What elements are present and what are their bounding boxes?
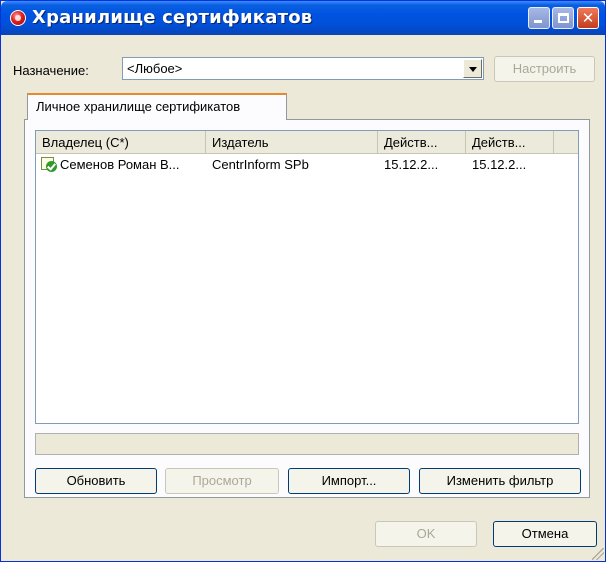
- certificate-valid-icon: [41, 156, 57, 172]
- view-button[interactable]: Просмотр: [165, 468, 279, 494]
- minimize-button[interactable]: [528, 7, 550, 29]
- chevron-down-icon[interactable]: [463, 59, 482, 78]
- status-bar: [35, 433, 579, 455]
- close-icon: ✕: [581, 9, 595, 27]
- cell-valid-to: 15.12.2...: [472, 157, 527, 172]
- certificate-list[interactable]: Владелец (С*) Издатель Действ... Действ.…: [35, 130, 579, 424]
- tab-label: Личное хранилище сертификатов: [36, 99, 241, 114]
- purpose-selected-value: <Любое>: [127, 61, 183, 76]
- cell-owner: Семенов Роман В...: [60, 157, 180, 172]
- configure-button[interactable]: Настроить: [494, 56, 595, 82]
- purpose-label: Назначение:: [13, 63, 89, 78]
- app-icon: [10, 10, 26, 26]
- refresh-button[interactable]: Обновить: [35, 468, 157, 494]
- cancel-button[interactable]: Отмена: [493, 521, 597, 547]
- column-valid-from[interactable]: Действ...: [378, 131, 466, 153]
- table-row[interactable]: Семенов Роман В... CentrInform SPb 15.12…: [36, 154, 578, 174]
- title-bar[interactable]: Хранилище сертификатов ✕: [1, 1, 605, 35]
- ok-button[interactable]: OK: [375, 521, 477, 547]
- list-header: Владелец (С*) Издатель Действ... Действ.…: [36, 131, 578, 154]
- column-valid-to[interactable]: Действ...: [466, 131, 554, 153]
- purpose-dropdown[interactable]: <Любое>: [122, 57, 484, 80]
- column-owner[interactable]: Владелец (С*): [36, 131, 206, 153]
- minimize-icon: [534, 20, 542, 23]
- maximize-button[interactable]: [552, 7, 574, 29]
- tab-personal-store[interactable]: Личное хранилище сертификатов: [27, 93, 287, 120]
- close-button[interactable]: ✕: [577, 7, 599, 29]
- import-button[interactable]: Импорт...: [288, 468, 410, 494]
- change-filter-button[interactable]: Изменить фильтр: [419, 468, 581, 494]
- cell-issuer: CentrInform SPb: [212, 157, 309, 172]
- maximize-icon: [558, 13, 569, 23]
- window-title: Хранилище сертификатов: [32, 7, 313, 28]
- cell-valid-from: 15.12.2...: [384, 157, 439, 172]
- resize-grip[interactable]: [592, 548, 604, 560]
- certificate-store-window: Хранилище сертификатов ✕ Назначение: <Лю…: [0, 0, 606, 562]
- column-issuer[interactable]: Издатель: [206, 131, 378, 153]
